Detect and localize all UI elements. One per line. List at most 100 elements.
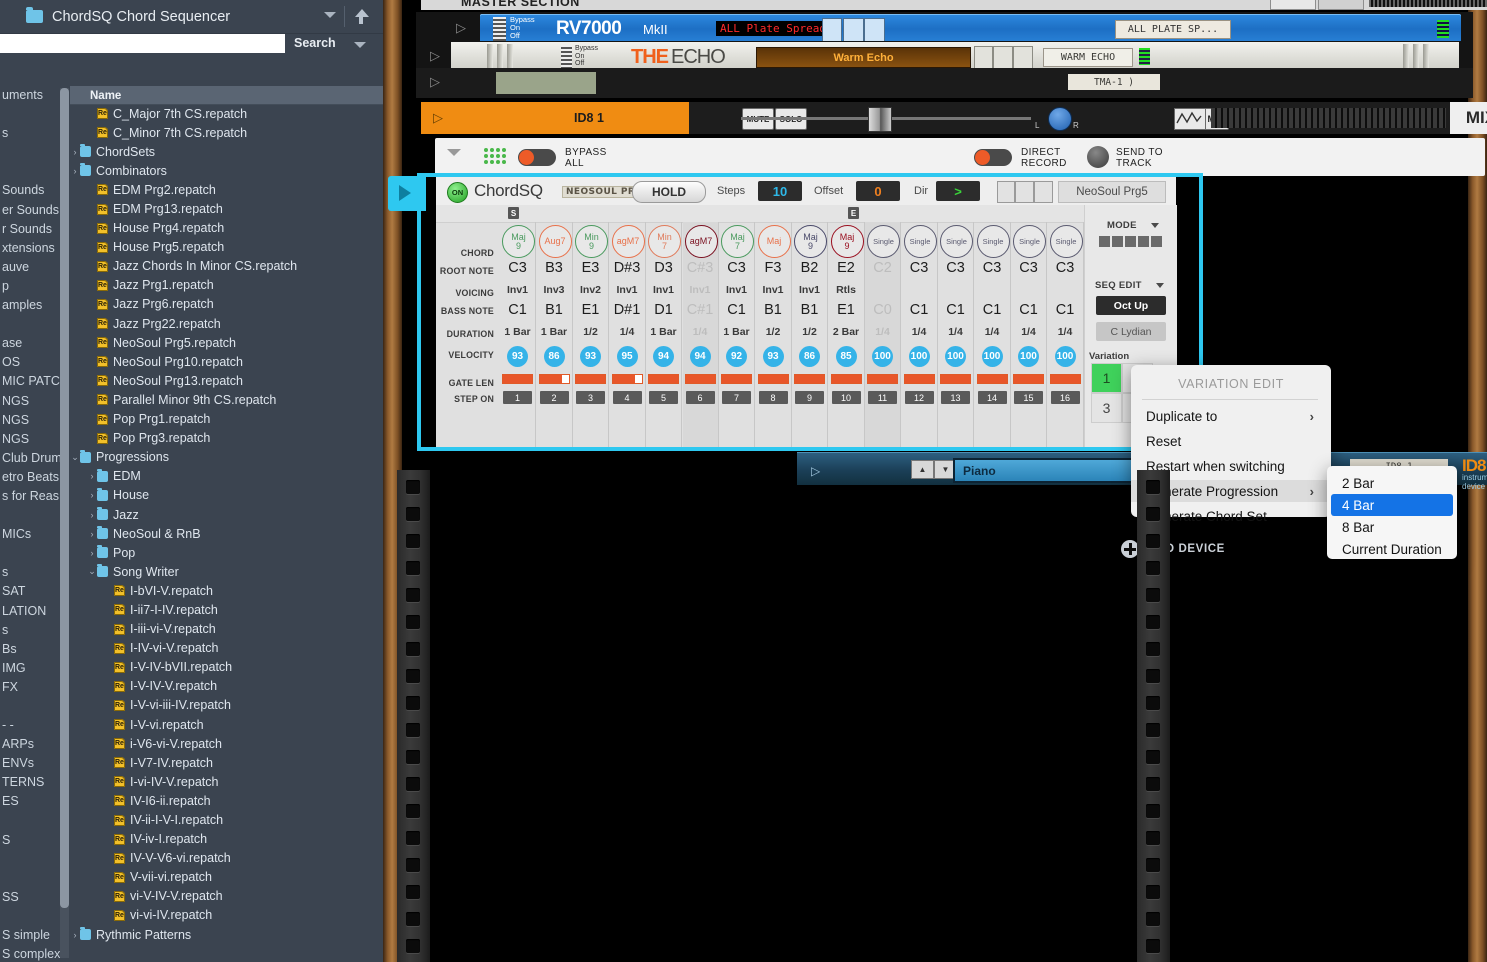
root-note-value[interactable]: C3	[1048, 260, 1083, 276]
mixer-channel-strip[interactable]: ▷ ID8 1 MUTE SOLO SEQ MIX L R MIX	[421, 102, 1487, 134]
gate-length-bar[interactable]	[575, 374, 606, 384]
velocity-value[interactable]: 86	[799, 346, 820, 367]
step-column[interactable]: Single C3 C1 1/4 100 15	[1011, 222, 1047, 447]
location-item[interactable]	[0, 315, 60, 334]
expander-icon[interactable]: ›	[70, 930, 80, 940]
location-item[interactable]: SAT	[0, 582, 60, 601]
velocity-value[interactable]: 100	[908, 346, 930, 367]
gate-length-bar[interactable]	[940, 374, 971, 384]
chord-type-button[interactable]: Single	[1049, 225, 1083, 258]
velocity-value[interactable]: 100	[872, 346, 893, 367]
velocity-value[interactable]: 100	[945, 346, 966, 367]
master-section-device[interactable]: MASTER SECTION	[421, 0, 1487, 10]
gate-length-bar[interactable]	[757, 374, 789, 384]
gate-length-bar[interactable]	[976, 374, 1008, 384]
step-column[interactable]: Single C2 C0 1/4 100 11	[865, 222, 901, 447]
patch-row[interactable]: C_Minor 7th CS.repatch	[70, 123, 383, 142]
expander-icon[interactable]: ›	[70, 147, 80, 157]
step-on-button[interactable]: 16	[1050, 391, 1080, 404]
duration-value[interactable]: 1/4	[865, 326, 900, 338]
step-column[interactable]: Single C3 C1 1/4 100 12	[902, 222, 938, 447]
bass-note-value[interactable]: E1	[573, 302, 608, 318]
bass-note-value[interactable]: B1	[756, 302, 791, 318]
patch-row[interactable]: I-V-IV-bVII.repatch	[70, 658, 383, 677]
gate-length-bar[interactable]	[867, 374, 898, 384]
step-column[interactable]: Maj F3 Inv1 B1 1/2 93 8	[756, 222, 792, 447]
seq-edit-chevron-down-icon[interactable]	[1156, 283, 1164, 288]
mix-view-button[interactable]: MIX	[1450, 102, 1487, 134]
root-note-value[interactable]: C3	[938, 260, 973, 276]
bass-note-value[interactable]: D1	[646, 302, 681, 318]
root-note-value[interactable]: B3	[537, 260, 572, 276]
location-item[interactable]: SS	[0, 888, 60, 907]
patch-save-button[interactable]	[1034, 181, 1053, 203]
step-column[interactable]: Maj 9 C3 Inv1 C1 1 Bar 93 1	[500, 222, 536, 447]
step-on-button[interactable]: 7	[722, 391, 751, 404]
marker-bar[interactable]: S E	[436, 205, 1084, 223]
step-column[interactable]: Aug7 B3 Inv3 B1 1 Bar 86 2	[537, 222, 573, 447]
voicing-value[interactable]: Inv3	[537, 284, 572, 296]
folder-row[interactable]: › Jazz	[70, 505, 383, 524]
velocity-value[interactable]: 86	[543, 346, 565, 367]
patch-row[interactable]: I-V-vi-iii-IV.repatch	[70, 696, 383, 715]
rv7000-save-button[interactable]	[864, 18, 885, 42]
location-item[interactable]	[0, 697, 60, 716]
echo-save-button[interactable]	[1013, 46, 1033, 69]
gate-length-bar[interactable]	[684, 374, 716, 384]
location-item[interactable]: amples	[0, 296, 60, 315]
step-on-button[interactable]: 15	[1014, 391, 1043, 404]
patch-row[interactable]: NeoSoul Prg5.repatch	[70, 333, 383, 352]
folder-row[interactable]: › ChordSets	[70, 142, 383, 161]
bypass-all-toggle[interactable]	[518, 149, 556, 166]
step-on-button[interactable]: 6	[685, 391, 715, 404]
chord-type-button[interactable]: Min 9	[575, 225, 608, 258]
chord-type-button[interactable]: Maj	[757, 225, 791, 258]
duration-value[interactable]: 1 Bar	[719, 326, 754, 338]
location-item[interactable]: s	[0, 124, 60, 143]
gate-length-bar[interactable]	[648, 374, 679, 384]
bass-note-value[interactable]: C0	[865, 302, 900, 318]
step-column[interactable]: agM7 D#3 Inv1 D#1 1/4 95 4	[610, 222, 646, 447]
root-note-value[interactable]: C3	[902, 260, 937, 276]
chord-type-button[interactable]: Single	[867, 225, 900, 258]
patch-row[interactable]: NeoSoul Prg10.repatch	[70, 352, 383, 371]
end-marker[interactable]: E	[848, 207, 859, 219]
master-button-2[interactable]	[1318, 0, 1364, 10]
patch-row[interactable]: Parallel Minor 9th CS.repatch	[70, 390, 383, 409]
hold-button[interactable]: HOLD	[632, 181, 706, 203]
root-note-value[interactable]: F3	[756, 260, 791, 276]
duration-value[interactable]: 1/4	[610, 326, 645, 338]
patch-row[interactable]: Jazz Prg1.repatch	[70, 276, 383, 295]
location-item[interactable]	[0, 506, 60, 525]
duration-value[interactable]: 1 Bar	[500, 326, 535, 338]
location-item[interactable]: S	[0, 831, 60, 850]
power-on-button[interactable]: ON	[447, 182, 468, 203]
patch-row[interactable]: EDM Prg2.repatch	[70, 180, 383, 199]
file-list[interactable]: C_Major 7th CS.repatch C_Minor 7th CS.rep…	[70, 104, 383, 962]
chord-type-button[interactable]: Min 7	[648, 225, 681, 258]
patch-row[interactable]: i-V6-vi-V.repatch	[70, 734, 383, 753]
patch-row[interactable]: House Prg5.repatch	[70, 238, 383, 257]
location-item[interactable]	[0, 162, 60, 181]
gate-length-bar[interactable]	[903, 374, 935, 384]
folder-row[interactable]: › EDM	[70, 467, 383, 486]
bass-note-value[interactable]: C#1	[683, 302, 718, 318]
patch-row[interactable]: IV-iv-I.repatch	[70, 830, 383, 849]
step-on-button[interactable]: 10	[831, 391, 861, 404]
rv7000-patch-spinner[interactable]	[822, 18, 842, 42]
location-item[interactable]	[0, 907, 60, 926]
up-arrow-icon[interactable]	[355, 9, 369, 17]
patch-row[interactable]: I-IV-vi-V.repatch	[70, 639, 383, 658]
expander-icon[interactable]: ›	[87, 510, 97, 520]
bass-note-value[interactable]: E1	[829, 302, 864, 318]
duration-value[interactable]: 1/4	[1011, 326, 1046, 338]
patch-row[interactable]: House Prg4.repatch	[70, 219, 383, 238]
duration-value[interactable]: 1/2	[573, 326, 608, 338]
echo-browse-button[interactable]	[993, 46, 1013, 69]
locations-column[interactable]: uments s Sounds er Sounds r Sounds xtensions…	[0, 86, 60, 962]
voicing-value[interactable]: Inv2	[573, 284, 608, 296]
location-item[interactable]: s	[0, 563, 60, 582]
direction-value[interactable]: >	[936, 181, 980, 201]
duration-value[interactable]: 1 Bar	[537, 326, 572, 338]
root-note-value[interactable]: C3	[500, 260, 535, 276]
